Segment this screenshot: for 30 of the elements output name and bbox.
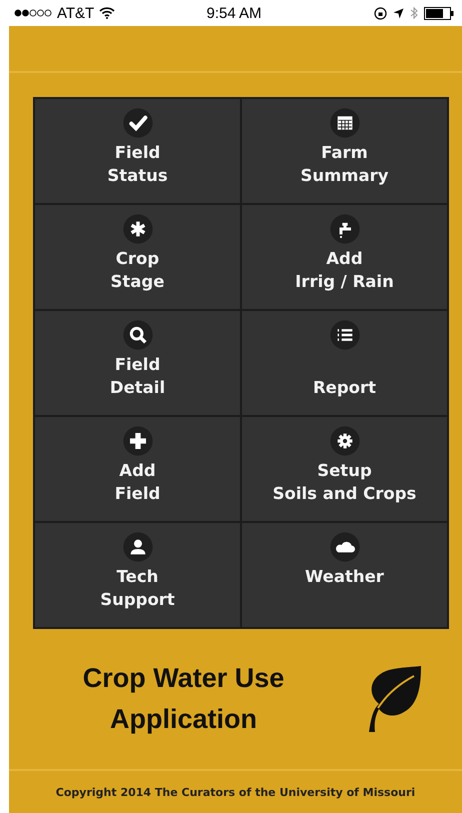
- signal-icon: [14, 9, 52, 17]
- list-icon: [328, 319, 360, 351]
- menu-tile[interactable]: Farm Summary: [242, 99, 447, 203]
- wifi-icon: [99, 7, 116, 19]
- copyright-text: Copyright 2014 The Curators of the University of Missouri: [54, 784, 416, 800]
- calendar-icon: [328, 107, 360, 139]
- gear-icon: [328, 425, 360, 457]
- rotation-lock-icon: [374, 6, 388, 20]
- clock-time: 9:54 AM: [205, 4, 263, 22]
- bluetooth-icon: [410, 6, 418, 20]
- menu-tile[interactable]: Field Status: [35, 99, 240, 203]
- person-icon: [122, 531, 154, 563]
- menu-tile[interactable]: Weather: [242, 523, 447, 627]
- menu-tile[interactable]: Setup Soils and Crops: [242, 417, 447, 521]
- search-icon: [122, 319, 154, 351]
- menu-tile[interactable]: Add Irrig / Rain: [242, 205, 447, 309]
- faucet-icon: [328, 213, 360, 245]
- plus-icon: [122, 425, 154, 457]
- menu-tile[interactable]: Crop Stage: [35, 205, 240, 309]
- menu-tile[interactable]: Field Detail: [35, 311, 240, 415]
- menu-tile[interactable]: Report: [242, 311, 447, 415]
- battery-icon: [424, 6, 454, 20]
- check-icon: [122, 107, 154, 139]
- asterisk-icon: [122, 213, 154, 245]
- cloud-icon: [328, 531, 360, 563]
- location-icon: [393, 8, 404, 18]
- menu-tile[interactable]: Add Field: [35, 417, 240, 521]
- carrier-name: AT&T: [57, 4, 94, 22]
- app-title: Crop Water Use Application: [82, 662, 286, 736]
- menu-tile[interactable]: Tech Support: [35, 523, 240, 627]
